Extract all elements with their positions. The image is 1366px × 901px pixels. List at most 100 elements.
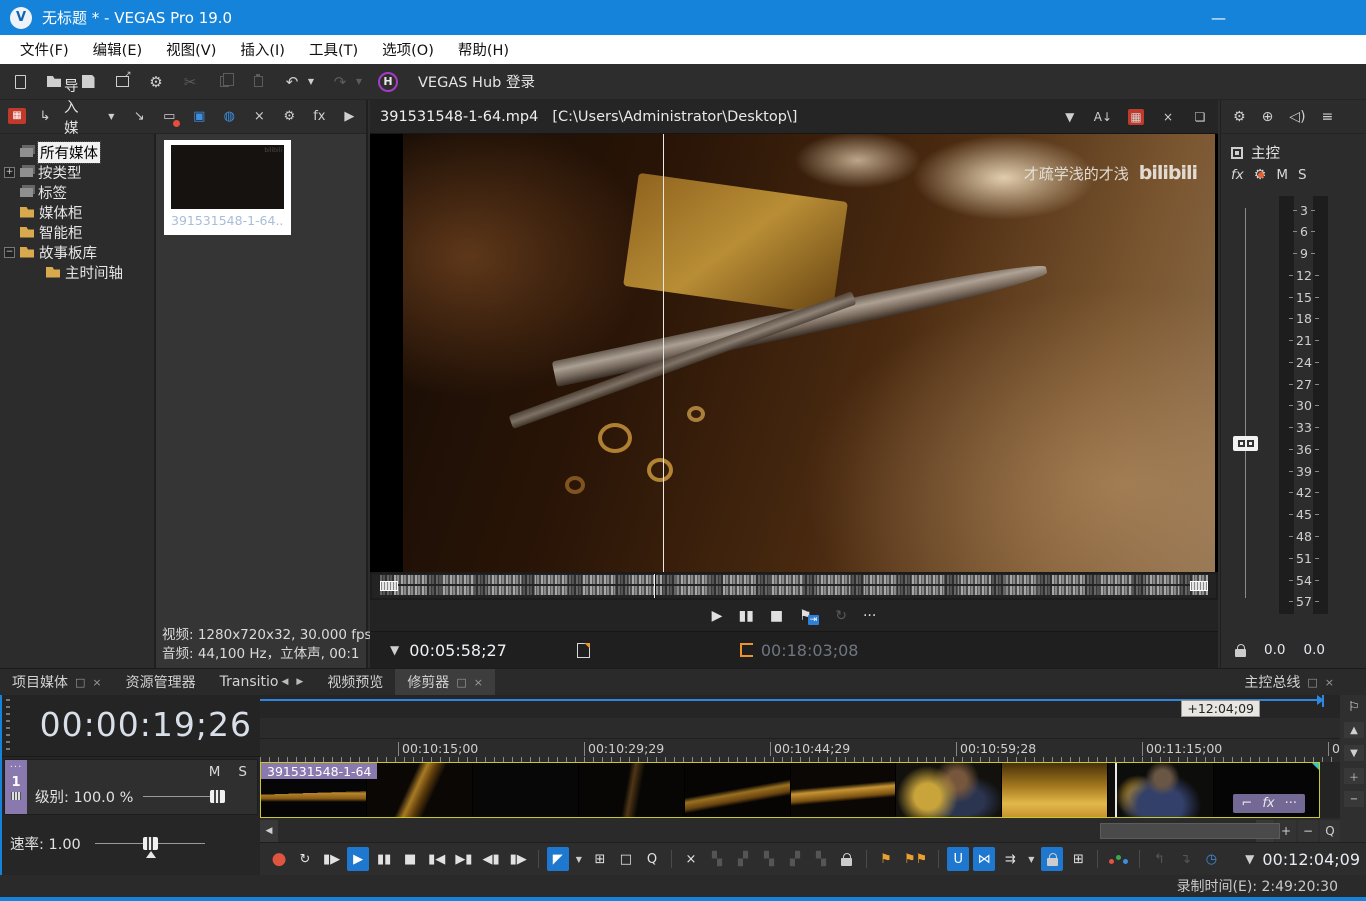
selection-edit-tool[interactable]: □ <box>615 847 637 871</box>
marker-bar[interactable]: +12:04;09 <box>260 695 1340 718</box>
auto-ripple-toggle[interactable]: ⇉ <box>999 847 1021 871</box>
insert-marker-button[interactable]: ⚑ <box>875 847 897 871</box>
event-crop-button[interactable]: ⌐ <box>1241 796 1252 811</box>
stop-button[interactable]: ■ <box>399 847 421 871</box>
trimmer-stop-button[interactable]: ■ <box>770 608 783 624</box>
tree-expander-icon[interactable]: + <box>4 166 15 178</box>
menu-item-0[interactable]: 文件(F) <box>8 35 81 64</box>
mixer-sliders-icon[interactable]: ≡ <box>1322 109 1334 125</box>
envelope-edit-tool[interactable]: ⊞ <box>589 847 611 871</box>
marker-tool-icon[interactable]: ⚐ <box>1344 699 1364 715</box>
ignore-grouping-toggle[interactable]: ⊞ <box>1067 847 1089 871</box>
sort-icon[interactable]: A↓ <box>1094 109 1112 125</box>
tree-item-4[interactable]: 智能柜 <box>0 222 154 242</box>
timeline-ruler[interactable]: 00:10:15;00 00:10:29;29 00:10:44;29 00:10:5… <box>260 738 1366 762</box>
trimmer-play-button[interactable]: ▶ <box>712 608 723 624</box>
waveform-cursor[interactable] <box>654 574 656 598</box>
tab-close-icon[interactable]: × <box>1325 676 1334 689</box>
tree-item-0[interactable]: 所有媒体 <box>0 140 154 164</box>
t-insert-icon[interactable]: ↴ <box>1174 847 1196 871</box>
drag-handle[interactable] <box>6 699 10 751</box>
next-frame-button[interactable]: ▮▶ <box>507 847 530 871</box>
scroll-left-button[interactable]: ◀ <box>260 820 278 842</box>
menu-item-1[interactable]: 编辑(E) <box>81 35 154 64</box>
playback-rate-slider[interactable] <box>94 837 205 858</box>
media-properties-gear-icon[interactable]: ⚙ <box>280 108 298 126</box>
menu-item-6[interactable]: 帮助(H) <box>446 35 521 64</box>
cut-icon[interactable]: ✂ <box>180 72 200 92</box>
remove-media-icon[interactable]: ▦ <box>1128 108 1144 125</box>
loop-playback-icon[interactable]: ↻ <box>835 608 847 624</box>
track-more-icon[interactable]: ··· <box>10 762 23 773</box>
history-dropdown-icon[interactable]: ▼ <box>1062 109 1078 125</box>
trimmer-pause-button[interactable]: ▮▮ <box>738 608 753 624</box>
master-fx-button[interactable]: fx <box>1231 167 1244 183</box>
tree-item-1[interactable]: + 按类型 <box>0 162 154 182</box>
trim-end-icon[interactable]: ▞ <box>732 847 754 871</box>
event-more-button[interactable]: ··· <box>1285 796 1297 811</box>
tool-dropdown-icon[interactable]: ▼ <box>573 847 585 871</box>
undo-icon[interactable]: ↶ <box>282 72 302 92</box>
tree-item-5[interactable]: − 故事板库 <box>0 242 154 262</box>
settings-gear-icon[interactable]: ⚙ <box>146 72 166 92</box>
slide-trim-icon[interactable]: ▚ <box>810 847 832 871</box>
tab-left-1[interactable]: 资源管理器 <box>114 669 208 696</box>
prev-frame-button[interactable]: ◀▮ <box>479 847 502 871</box>
menu-item-2[interactable]: 视图(V) <box>154 35 228 64</box>
loop-playback-button[interactable]: ↻ <box>294 847 316 871</box>
tab-right-0[interactable]: 主控总线 □ × <box>1232 669 1346 696</box>
tab-close-icon[interactable]: × <box>474 676 483 689</box>
audio-device-icon[interactable]: ◁) <box>1289 109 1305 125</box>
master-fader-handle[interactable] <box>1233 436 1258 451</box>
zoom-in-track-button[interactable]: ＋ <box>1344 768 1364 784</box>
play-from-start-button[interactable]: ▮▶ <box>320 847 343 871</box>
tab-scroll-right-icon[interactable]: ▶ <box>296 677 303 687</box>
tab-window-icon[interactable]: □ <box>456 676 466 689</box>
clock-icon[interactable]: ◷ <box>1200 847 1222 871</box>
tree-item-2[interactable]: 标签 <box>0 182 154 202</box>
close-icon[interactable]: × <box>1160 109 1176 125</box>
trimmer-video-frame[interactable]: 才疏学浅的才浅 bilibili <box>403 134 1215 572</box>
go-to-start-button[interactable]: ▮◀ <box>425 847 448 871</box>
import-dropdown-icon[interactable]: ▼ <box>102 108 120 126</box>
mixer-settings-gear-icon[interactable]: ⚙ <box>1233 109 1246 125</box>
track-level-slider[interactable] <box>143 790 226 803</box>
tree-item-6[interactable]: 主时间轴 <box>0 262 154 282</box>
record-button[interactable]: ● <box>268 847 290 871</box>
get-media-web-icon[interactable]: ◍ <box>220 108 238 126</box>
record-monitor-icon[interactable]: ▭ <box>160 108 181 127</box>
loop-region-bar[interactable] <box>260 695 1324 705</box>
lock-envelopes-toggle[interactable] <box>1041 847 1064 871</box>
tab-left-2[interactable]: Transitio ◀ ▶ <box>208 669 316 696</box>
tab-left-4[interactable]: 修剪器 □ × <box>395 668 495 696</box>
video-track-header[interactable]: ··· 1 M S 级别: 100.0 % <box>4 759 258 815</box>
extract-audio-icon[interactable]: ▣ <box>190 108 208 126</box>
remove-media-icon[interactable]: × <box>250 108 268 126</box>
slip-trim-icon[interactable]: ▞ <box>784 847 806 871</box>
open-project-icon[interactable] <box>44 72 64 92</box>
redo-dropdown-icon[interactable]: ▼ <box>354 72 364 92</box>
master-gear-icon[interactable]: ⚙ <box>1254 167 1267 183</box>
s-curve-icon[interactable]: ↰ <box>1148 847 1170 871</box>
menu-item-4[interactable]: 工具(T) <box>297 35 370 64</box>
normal-edit-tool[interactable]: ◤ <box>546 847 569 871</box>
master-solo-button[interactable]: S <box>1298 167 1307 183</box>
preview-play-icon[interactable]: ▶ <box>340 108 358 126</box>
more-options-icon[interactable]: ··· <box>863 608 876 624</box>
track-level-handle[interactable] <box>210 790 226 803</box>
play-button[interactable]: ▶ <box>347 847 370 871</box>
tab-left-3[interactable]: 视频预览 <box>315 669 395 696</box>
import-media-arrow-icon[interactable]: ↳ <box>36 108 54 126</box>
minimize-button[interactable]: — <box>1211 9 1226 27</box>
vegas-hub-login[interactable]: VEGAS Hub 登录 <box>418 71 535 92</box>
tree-expander-icon[interactable]: − <box>4 246 15 258</box>
offline-media-icon[interactable]: ▦ <box>8 107 26 124</box>
auto-crossfade-toggle[interactable]: ⋈ <box>973 847 996 871</box>
tab-window-icon[interactable]: □ <box>1307 676 1317 689</box>
mixer-console-icon[interactable] <box>1106 847 1131 871</box>
scroll-down-button[interactable]: ▼ <box>1344 745 1364 761</box>
trimmer-waveform[interactable] <box>372 574 1216 598</box>
undo-dropdown-icon[interactable]: ▼ <box>306 72 316 92</box>
paste-icon[interactable] <box>248 72 268 92</box>
tab-close-icon[interactable]: × <box>92 676 101 689</box>
